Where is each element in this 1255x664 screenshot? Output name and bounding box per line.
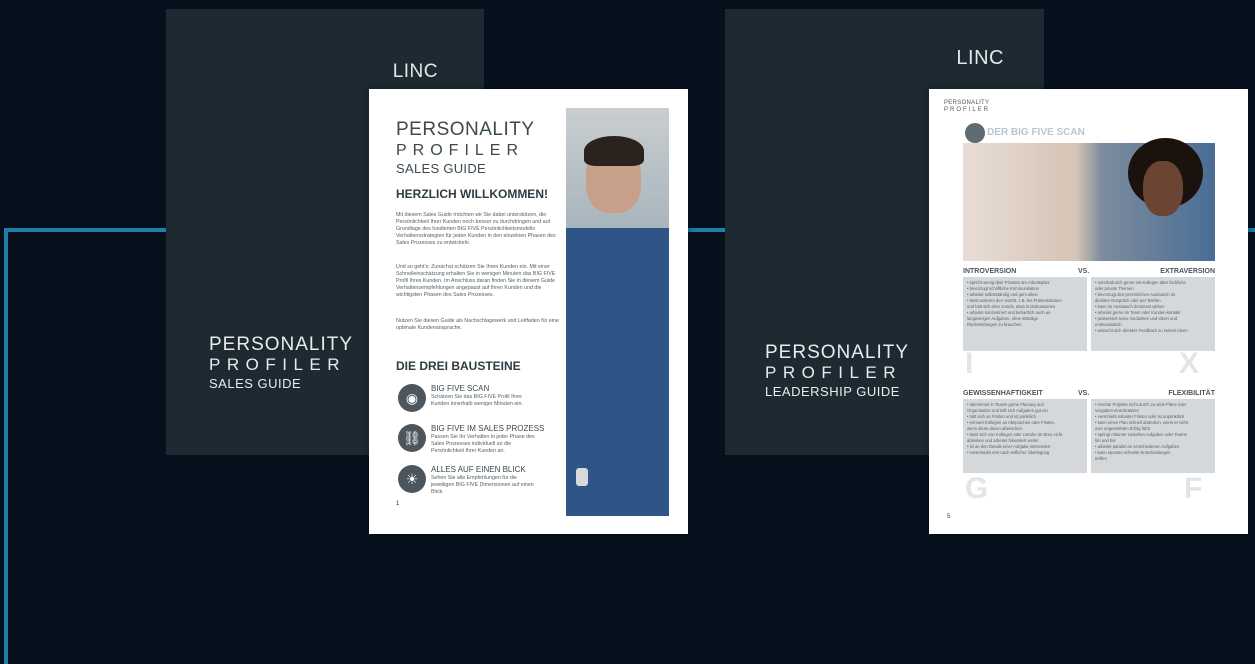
trait-item: • wünscht sich direktes Feedback zu sein… — [1095, 328, 1188, 333]
right-trait-list: • unterhält sich gerne mit Kollegen über… — [1091, 277, 1215, 351]
block-text: Schätzen Sie das BIG FIVE Profil Ihrer K… — [431, 394, 523, 407]
frame-line-top-right — [1248, 228, 1255, 232]
page-title-line2: PROFILER — [396, 142, 525, 159]
sales-guide-page: PERSONALITY PROFILER SALES GUIDE HERZLIC… — [369, 89, 688, 534]
link-icon: ⛓ — [398, 424, 426, 452]
dimension-letter-x: X — [1179, 347, 1200, 380]
left-trait-list: • übernimmt in Teams gerne Planung und O… — [963, 399, 1087, 473]
dimension-letter-i: I — [965, 347, 974, 380]
fingerprint-icon — [965, 123, 985, 143]
cover-logo: LINC — [392, 61, 438, 82]
cover-title-line1: PERSONALITY — [209, 334, 354, 355]
trait-item: • entscheidet erst nach reiflicher Überl… — [967, 450, 1050, 455]
page-number: 1 — [396, 501, 400, 507]
brand-line2: PROFILER — [944, 107, 991, 113]
right-trait-list: • möchte Projekte nicht durch zu viele P… — [1091, 399, 1215, 473]
cover-title-line2: PROFILER — [765, 363, 903, 382]
block-text: Passen Sie Ihr Verhalten in jeder Phase … — [431, 434, 535, 454]
page-title-line1: PERSONALITY — [396, 119, 535, 140]
versus-label: VS. — [1078, 390, 1090, 397]
right-heading: EXTRAVERSION — [1160, 268, 1215, 275]
cover-title-line1: PERSONALITY — [765, 342, 910, 363]
page-number: 5 — [947, 514, 951, 520]
block-title: BIG FIVE IM SALES PROZESS — [431, 424, 545, 433]
intro-paragraph-1: Mit diesem Sales Guide möchten wir Sie d… — [396, 212, 556, 246]
trait-item: Rückmeldungen zu brauchen — [967, 322, 1022, 327]
left-trait-list: • spricht wenig über Privates am Arbeits… — [963, 277, 1087, 351]
dimension-letter-f: F — [1184, 472, 1203, 505]
frame-line-top-left — [4, 228, 167, 232]
team-photo — [963, 138, 1215, 261]
block-text: Sehen Sie alle Empfehlungen für die jewe… — [431, 475, 534, 495]
block-title: ALLES AUF EINEN BLICK — [431, 465, 526, 474]
versus-label: VS. — [1078, 268, 1090, 275]
cover-logo: LINC — [956, 47, 1004, 69]
fingerprint-icon: ◉ — [398, 384, 426, 412]
page-title-line3: SALES GUIDE — [396, 161, 486, 176]
welcome-heading: HERZLICH WILLKOMMEN! — [396, 187, 548, 201]
trait-item: treffen — [1095, 456, 1107, 461]
lightbulb-icon: ☀ — [398, 465, 426, 493]
section-title: DER BIG FIVE SCAN — [987, 127, 1085, 138]
block-title: BIG FIVE SCAN — [431, 384, 490, 393]
intro-paragraph-2: Und so geht's: Zunächst schätzen Sie Ihr… — [396, 264, 556, 298]
left-heading: GEWISSENHAFTIGKEIT — [963, 390, 1043, 397]
intro-paragraph-3: Nutzen Sie diesen Guide als Nachschlagew… — [396, 318, 559, 331]
cover-title-line2: PROFILER — [209, 355, 347, 374]
businessman-photo — [566, 108, 669, 516]
leadership-guide-page: PERSONALITY PROFILER DER BIG FIVE SCAN I… — [929, 89, 1248, 534]
brand-line1: PERSONALITY — [944, 100, 990, 106]
building-blocks-heading: DIE DREI BAUSTEINE — [396, 359, 521, 373]
dimension-letter-g: G — [965, 472, 989, 505]
cover-title-line3: LEADERSHIP GUIDE — [765, 384, 900, 399]
frame-line-left — [4, 228, 8, 664]
left-heading: INTROVERSION — [963, 268, 1017, 275]
right-heading: FLEXIBILITÄT — [1168, 390, 1215, 397]
cover-title-line3: SALES GUIDE — [209, 376, 302, 391]
